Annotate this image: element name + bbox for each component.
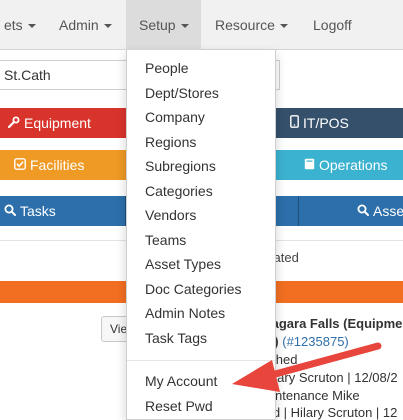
operations-button[interactable]: Operations [276, 150, 403, 180]
ticket-line-created: ted | Hilary Scruton | 12 [262, 405, 398, 420]
mobile-icon [290, 109, 299, 138]
menu-item-company[interactable]: Company [145, 109, 205, 125]
nav-admin[interactable]: Admin [52, 0, 119, 50]
book-icon [304, 151, 315, 180]
equipment-label: Equipment [24, 115, 91, 131]
ticket-line-maintenance: laintenance Mike [262, 388, 360, 403]
menu-item-people[interactable]: People [145, 60, 189, 76]
nav-setup-label: Setup [139, 17, 176, 33]
tasks-button[interactable]: Tasks [0, 196, 126, 226]
search-icon [4, 197, 16, 226]
facilities-label: Facilities [30, 157, 85, 173]
nav-tickets[interactable]: ets [0, 0, 42, 50]
menu-item-admin-notes[interactable]: Admin Notes [145, 305, 225, 321]
chevron-down-icon [103, 24, 112, 29]
check-square-icon [14, 151, 26, 180]
top-navbar: ets Admin Setup Resource Logoff [0, 0, 403, 50]
nav-tickets-label: ets [4, 17, 23, 33]
nav-resource[interactable]: Resource [208, 0, 295, 50]
tasks-label: Tasks [20, 203, 56, 219]
ticket-number-link[interactable]: (#1235875) [282, 334, 349, 349]
operations-label: Operations [319, 157, 388, 173]
menu-item-vendors[interactable]: Vendors [145, 207, 196, 223]
chevron-down-icon [180, 24, 189, 29]
ticket-title: iagara Falls (Equipme [268, 316, 403, 331]
search-icon [357, 197, 369, 226]
wrench-icon [7, 109, 20, 138]
assets-button[interactable]: Asse [298, 196, 403, 226]
nav-logoff-label: Logoff [313, 17, 352, 33]
menu-item-subregions[interactable]: Subregions [145, 158, 216, 174]
facilities-button[interactable]: Facilities [0, 150, 126, 180]
menu-item-teams[interactable]: Teams [145, 232, 186, 248]
menu-item-my-account[interactable]: My Account [145, 373, 217, 389]
itpos-button[interactable]: IT/POS [276, 108, 403, 138]
menu-item-doc-categories[interactable]: Doc Categories [145, 281, 242, 297]
equipment-button[interactable]: Equipment [0, 108, 126, 138]
menu-item-regions[interactable]: Regions [145, 134, 196, 150]
menu-item-task-tags[interactable]: Task Tags [145, 330, 207, 346]
setup-dropdown-menu: People Dept/Stores Company Regions Subre… [126, 50, 276, 420]
menu-item-categories[interactable]: Categories [145, 183, 213, 199]
nav-logoff[interactable]: Logoff [306, 0, 359, 50]
chevron-down-icon [27, 24, 36, 29]
menu-item-asset-types[interactable]: Asset Types [145, 256, 221, 272]
nav-admin-label: Admin [59, 17, 99, 33]
menu-item-reset-pwd[interactable]: Reset Pwd [145, 398, 213, 414]
ticket-line-author: Hilary Scruton | 12/08/2 [262, 370, 398, 385]
assets-label: Asse [373, 203, 403, 219]
nav-resource-label: Resource [215, 17, 275, 33]
itpos-label: IT/POS [303, 115, 349, 131]
nav-setup[interactable]: Setup [126, 0, 201, 50]
menu-divider [127, 360, 275, 361]
chevron-down-icon [279, 24, 288, 29]
menu-item-dept-stores[interactable]: Dept/Stores [145, 85, 219, 101]
